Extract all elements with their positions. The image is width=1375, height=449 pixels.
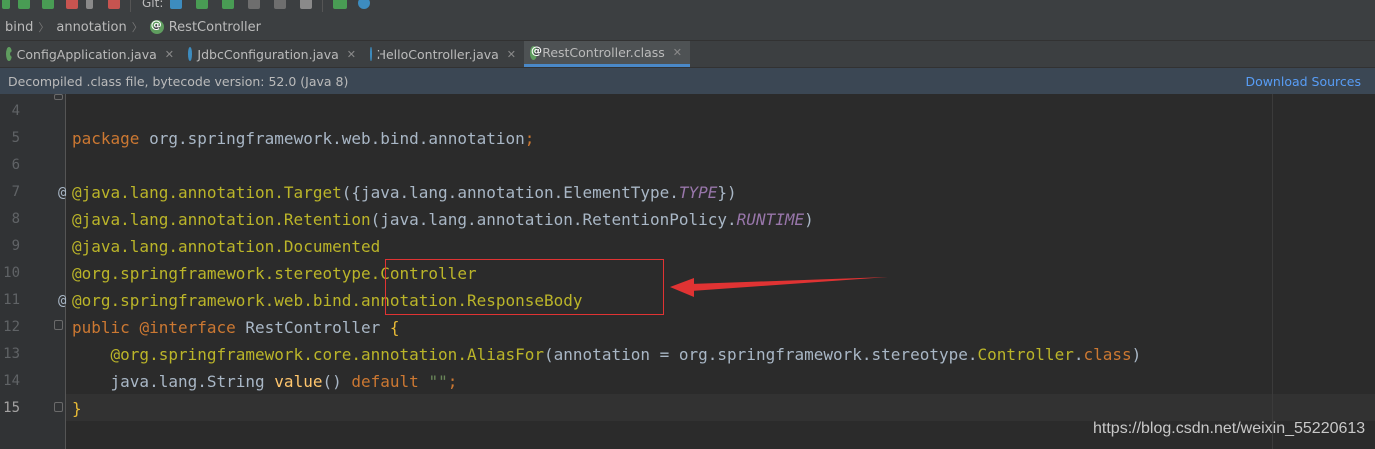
arrow-icon	[670, 277, 888, 297]
watermark-text: https://blog.csdn.net/weixin_55220613	[1093, 420, 1366, 437]
